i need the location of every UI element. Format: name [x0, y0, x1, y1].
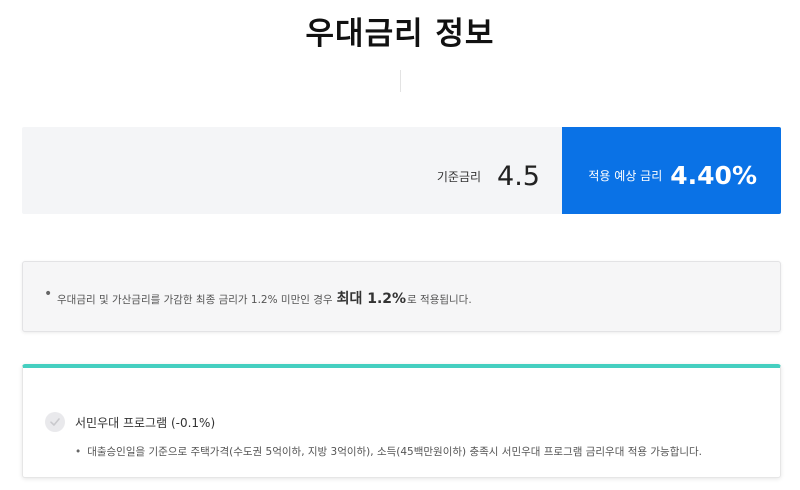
program-card: 서민우대 프로그램 (-0.1%) • 대출승인일을 기준으로 주택가격(수도권 …: [22, 364, 781, 478]
expected-rate-panel: 적용 예상 금리 4.40%: [562, 127, 781, 214]
page-title: 우대금리 정보: [305, 16, 495, 52]
notice-box: • 우대금리 및 가산금리를 가감한 최종 금리가 1.2% 미만인 경우 최대…: [22, 261, 781, 332]
notice-text-before: 우대금리 및 가산금리를 가감한 최종 금리가 1.2% 미만인 경우: [57, 294, 333, 306]
base-rate-label: 기준금리: [436, 170, 482, 184]
check-icon-glyph: [50, 418, 60, 426]
expected-rate-value: 4.40%: [670, 161, 757, 190]
title-divider: [400, 70, 401, 92]
program-title[interactable]: 서민우대 프로그램 (-0.1%): [75, 414, 215, 431]
base-rate-value: 4.5: [497, 161, 540, 192]
notice-bullet: •: [44, 286, 53, 302]
rate-summary: 기준금리 4.5 적용 예상 금리 4.40%: [22, 127, 781, 214]
expected-rate-label: 적용 예상 금리: [588, 169, 663, 183]
base-rate-panel: 기준금리 4.5: [22, 127, 562, 214]
program-description: • 대출승인일을 기준으로 주택가격(수도권 5억이하, 지방 3억이하), 소득…: [75, 444, 702, 459]
program-description-text: 대출승인일을 기준으로 주택가격(수도권 5억이하, 지방 3억이하), 소득(…: [87, 446, 703, 458]
program-bullet: •: [75, 446, 82, 458]
notice-emphasis: 최대 1.2%: [336, 291, 407, 307]
notice-text: 우대금리 및 가산금리를 가감한 최종 금리가 1.2% 미만인 경우 최대 1…: [45, 288, 780, 308]
check-icon[interactable]: [45, 412, 65, 432]
notice-text-after: 로 적용됩니다.: [407, 294, 472, 306]
